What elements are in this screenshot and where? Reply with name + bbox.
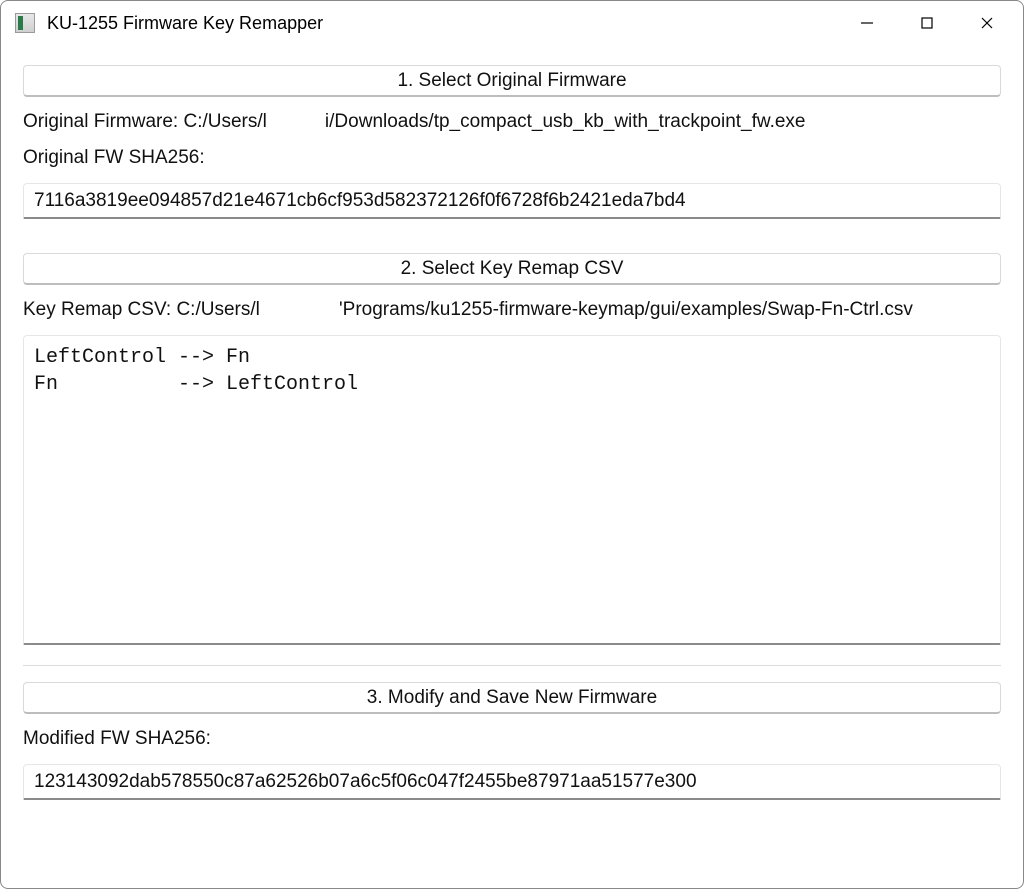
original-firmware-path-label: Original Firmware: C:/Users/l i/Download…	[23, 111, 1001, 133]
select-remap-csv-button[interactable]: 2. Select Key Remap CSV	[23, 253, 1001, 285]
close-button[interactable]	[957, 5, 1017, 41]
remap-preview-textarea[interactable]	[23, 335, 1001, 645]
titlebar: KU-1255 Firmware Key Remapper	[1, 1, 1023, 45]
content-area: 1. Select Original Firmware Original Fir…	[1, 45, 1023, 888]
minimize-button[interactable]	[837, 5, 897, 41]
maximize-icon	[920, 16, 934, 30]
close-icon	[980, 16, 994, 30]
window-title: KU-1255 Firmware Key Remapper	[47, 13, 837, 34]
window-controls	[837, 5, 1017, 41]
select-original-firmware-button[interactable]: 1. Select Original Firmware	[23, 65, 1001, 97]
remap-csv-path-label: Key Remap CSV: C:/Users/l 'Programs/ku12…	[23, 299, 1001, 321]
maximize-button[interactable]	[897, 5, 957, 41]
modified-sha-label: Modified FW SHA256:	[23, 728, 1001, 750]
minimize-icon	[860, 16, 874, 30]
app-window: KU-1255 Firmware Key Remapper 1. Select …	[0, 0, 1024, 889]
modify-save-firmware-button[interactable]: 3. Modify and Save New Firmware	[23, 682, 1001, 714]
modified-sha-field[interactable]	[23, 764, 1001, 800]
original-sha-label: Original FW SHA256:	[23, 147, 1001, 169]
divider	[23, 665, 1001, 666]
original-sha-field[interactable]	[23, 183, 1001, 219]
app-icon	[15, 13, 35, 33]
